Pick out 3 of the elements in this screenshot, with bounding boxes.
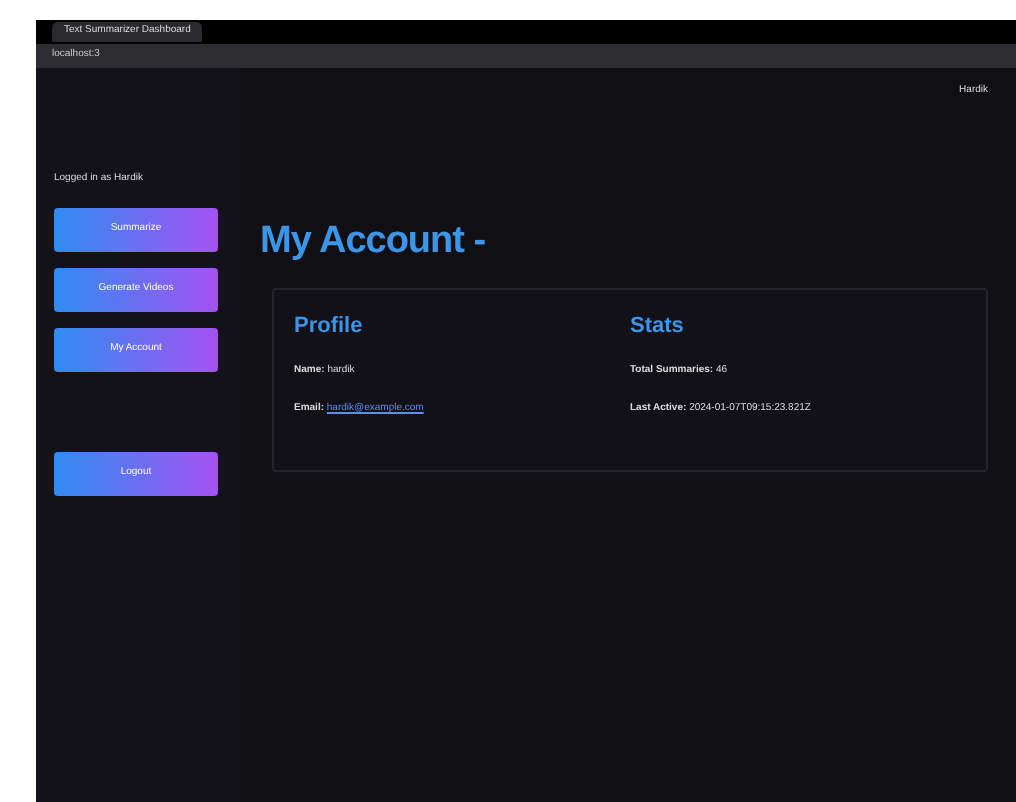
section-heading: Profile — [294, 312, 365, 343]
section-heading: Stats — [630, 312, 686, 343]
page-title: My Account - — [260, 219, 488, 265]
